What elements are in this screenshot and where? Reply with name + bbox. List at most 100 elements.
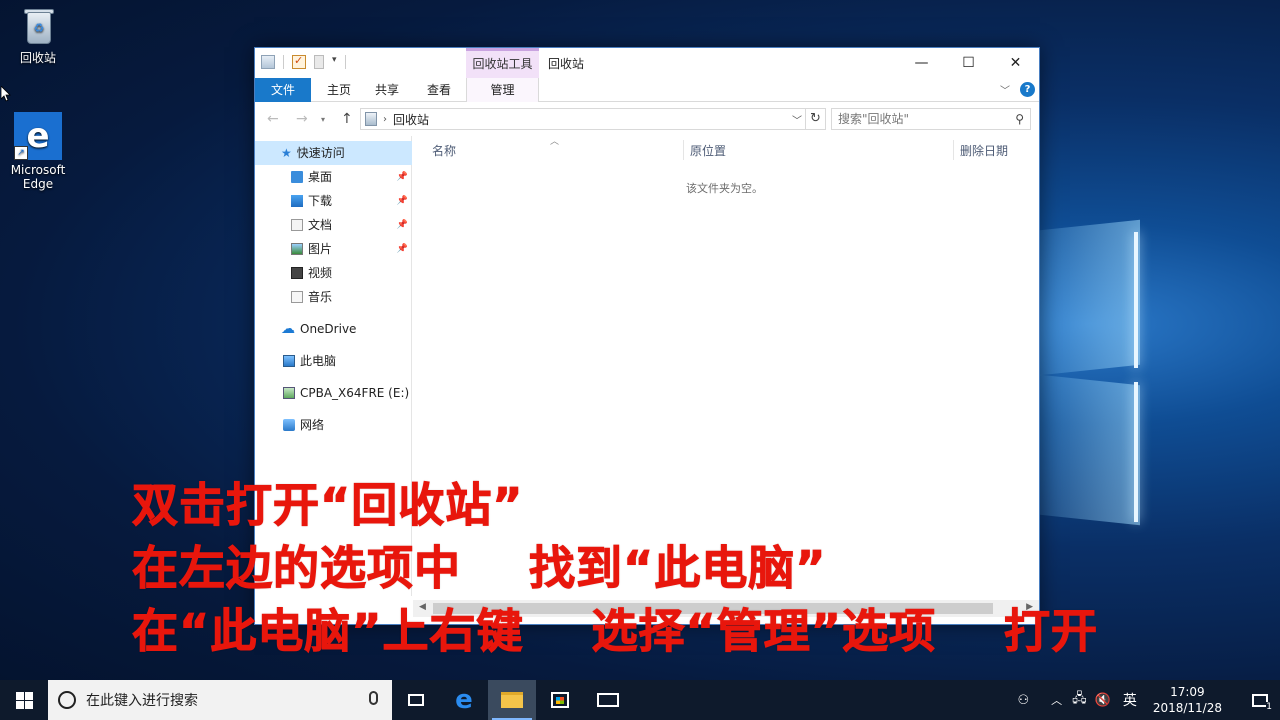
nav-item-pictures[interactable]: 图片 📌: [255, 237, 412, 261]
file-list[interactable]: ︿ 名称 原位置 删除日期 该文件夹为空。: [413, 136, 1039, 606]
nav-item-label: 文档: [308, 218, 333, 232]
window-title: 回收站: [548, 57, 585, 71]
nav-item-this-pc[interactable]: 此电脑: [255, 349, 412, 373]
recycle-bin-icon: ♻: [21, 6, 55, 46]
search-input[interactable]: 搜索"回收站" ⚲: [831, 108, 1031, 130]
show-hidden-icons-icon[interactable]: ︿: [1051, 692, 1062, 708]
tab-file[interactable]: 文件: [255, 78, 311, 102]
nav-item-desktop[interactable]: 桌面 📌: [255, 165, 412, 189]
nav-item-label: 音乐: [308, 290, 333, 304]
people-icon[interactable]: ⚇: [1017, 693, 1029, 708]
tab-share[interactable]: 共享: [367, 78, 407, 102]
clock-date: 2018/11/28: [1152, 701, 1222, 715]
taskbar-store-button[interactable]: [536, 680, 584, 720]
maximize-button[interactable]: ☐: [945, 48, 992, 78]
back-arrow-icon[interactable]: ←: [267, 111, 279, 127]
tab-manage[interactable]: 管理: [466, 78, 539, 102]
nav-item-onedrive[interactable]: ☁ OneDrive: [255, 317, 412, 341]
star-icon: ★: [281, 146, 292, 160]
title-bar[interactable]: ▾ 回收站工具 回收站 — ☐ ✕: [255, 48, 1039, 78]
address-dropdown-icon[interactable]: ﹀: [792, 112, 802, 127]
shortcut-arrow-icon: ↗: [14, 146, 28, 160]
minimize-button[interactable]: —: [898, 48, 945, 78]
column-divider[interactable]: [953, 140, 954, 160]
desktop-folder-icon: [291, 171, 303, 183]
new-folder-icon[interactable]: [314, 55, 324, 69]
recent-locations-icon[interactable]: ▾: [321, 115, 325, 124]
store-icon: [551, 692, 569, 708]
start-button[interactable]: [0, 680, 48, 720]
breadcrumb-chevron-icon[interactable]: ›: [383, 114, 387, 125]
close-button[interactable]: ✕: [992, 48, 1039, 78]
explorer-window: ▾ 回收站工具 回收站 — ☐ ✕ 文件 主页 共享 查看 管理 ﹀ ? ← →…: [254, 47, 1040, 625]
clock-time: 17:09: [1170, 685, 1205, 699]
clock[interactable]: 17:09 2018/11/28: [1153, 684, 1222, 716]
column-header-original-location[interactable]: 原位置: [690, 142, 726, 159]
taskbar-file-explorer-button[interactable]: [488, 680, 536, 720]
pin-icon: 📌: [396, 196, 408, 206]
desktop-light-beam: [1040, 219, 1140, 376]
desktop-light-edge: [1134, 382, 1138, 522]
address-field[interactable]: › 回收站 ﹀: [360, 108, 806, 130]
nav-item-downloads[interactable]: 下载 📌: [255, 189, 412, 213]
nav-item-label: 此电脑: [300, 354, 337, 368]
computer-icon: [283, 355, 295, 367]
tab-home[interactable]: 主页: [319, 78, 359, 102]
refresh-icon[interactable]: ↻: [806, 108, 826, 130]
nav-item-label: 视频: [308, 266, 333, 280]
tab-view[interactable]: 查看: [419, 78, 459, 102]
cortana-icon: [58, 691, 76, 709]
column-header-name[interactable]: 名称: [432, 142, 456, 159]
music-folder-icon: [291, 291, 303, 303]
edge-icon: e: [455, 685, 473, 715]
properties-icon[interactable]: [292, 54, 306, 69]
cloud-icon: ☁: [281, 321, 295, 337]
pin-icon: 📌: [396, 220, 408, 230]
expand-ribbon-icon[interactable]: ﹀: [1000, 82, 1010, 97]
nav-item-network[interactable]: 网络: [255, 413, 412, 437]
nav-item-label: 快速访问: [296, 146, 345, 160]
nav-item-label: CPBA_X64FRE (E:): [300, 386, 410, 400]
recycle-bin-small-icon: [261, 55, 275, 69]
documents-folder-icon: [291, 219, 303, 231]
network-icon: [283, 419, 295, 431]
videos-folder-icon: [291, 267, 303, 279]
nav-item-quick-access[interactable]: ★ 快速访问: [255, 141, 412, 165]
customize-toolbar-icon[interactable]: ▾: [332, 55, 337, 69]
volume-muted-icon[interactable]: 🔇: [1095, 693, 1111, 708]
desktop-icon-recycle-bin[interactable]: ♻ 回收站: [3, 6, 73, 66]
taskbar-mail-button[interactable]: [584, 680, 632, 720]
sort-arrow-icon: ︿: [550, 137, 560, 147]
action-center-button[interactable]: 1: [1240, 680, 1280, 720]
nav-item-videos[interactable]: 视频: [255, 261, 412, 285]
nav-item-label: OneDrive: [300, 322, 357, 336]
input-language-indicator[interactable]: 英: [1123, 690, 1137, 710]
search-icon: ⚲: [1015, 112, 1024, 126]
desktop-icon-label: Microsoft Edge: [10, 163, 66, 191]
microphone-icon[interactable]: [369, 691, 378, 705]
taskbar-edge-button[interactable]: e: [440, 680, 488, 720]
network-status-icon[interactable]: 🖧: [1072, 689, 1087, 711]
nav-item-music[interactable]: 音乐: [255, 285, 412, 309]
forward-arrow-icon[interactable]: →: [296, 111, 308, 127]
nav-item-documents[interactable]: 文档 📌: [255, 213, 412, 237]
quick-access-toolbar: ▾: [261, 54, 346, 69]
taskbar-search-box[interactable]: 在此键入进行搜索: [48, 680, 392, 720]
column-divider[interactable]: [683, 140, 684, 160]
mouse-cursor-icon: [1, 86, 11, 102]
empty-folder-message: 该文件夹为空。: [686, 182, 763, 195]
search-placeholder: 搜索"回收站": [838, 112, 910, 126]
recycle-bin-small-icon: [365, 112, 377, 126]
address-bar-row: ← → ▾ ↑ › 回收站 ﹀ ↻ 搜索"回收站" ⚲: [255, 102, 1039, 136]
help-icon[interactable]: ?: [1020, 82, 1035, 97]
notification-count: 1: [1266, 702, 1272, 712]
desktop-icon-edge[interactable]: e ↗ Microsoft Edge: [3, 112, 73, 191]
folder-icon: [501, 692, 523, 708]
task-view-button[interactable]: [392, 680, 440, 720]
breadcrumb[interactable]: 回收站: [393, 111, 429, 128]
nav-item-drive[interactable]: CPBA_X64FRE (E:): [255, 381, 412, 405]
windows-logo-icon: [15, 691, 33, 709]
up-arrow-icon[interactable]: ↑: [341, 111, 353, 127]
mail-icon: [597, 693, 619, 707]
column-header-date-deleted[interactable]: 删除日期: [960, 142, 1008, 159]
